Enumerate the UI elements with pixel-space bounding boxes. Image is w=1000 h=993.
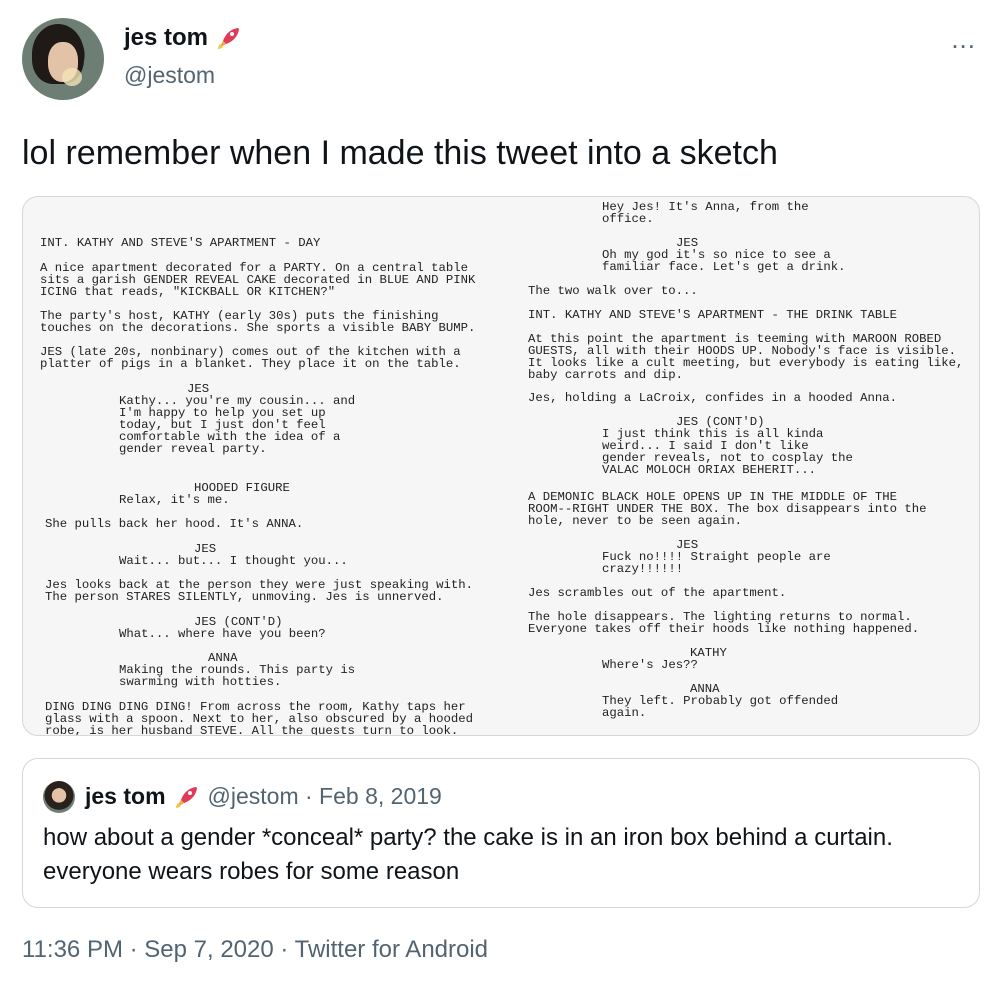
tweet-text: lol remember when I made this tweet into… <box>22 134 778 172</box>
avatar[interactable] <box>22 18 104 100</box>
author-row: jes tom <box>124 24 242 52</box>
script-line: INT. KATHY AND STEVE'S APARTMENT - DAY <box>40 236 321 250</box>
script-line: She pulls back her hood. It's ANNA. <box>45 517 304 531</box>
author-handle[interactable]: @jestom <box>124 62 215 89</box>
script-line: What... where have you been? <box>119 627 326 641</box>
quoted-tweet[interactable]: jes tom @jestom · Feb 8, 2019 how about … <box>22 758 980 908</box>
script-line: ICING that reads, "KICKBALL OR KITCHEN?" <box>40 285 336 299</box>
quoted-meta: @jestom · Feb 8, 2019 <box>207 783 442 809</box>
script-line: Wait... but... I thought you... <box>119 554 348 568</box>
script-line: The two walk over to... <box>528 284 698 298</box>
script-line: Relax, it's me. <box>119 493 230 507</box>
script-line: INT. KATHY AND STEVE'S APARTMENT - THE D… <box>528 308 897 322</box>
script-line: crazy!!!!!! <box>602 562 684 576</box>
rocket-icon <box>218 28 240 49</box>
script-line: VALAC MOLOCH ORIAX BEHERIT... <box>602 463 817 477</box>
quoted-avatar <box>43 781 75 813</box>
more-icon[interactable]: ... <box>951 24 976 55</box>
script-line: Jes, holding a LaCroix, confides in a ho… <box>528 391 897 405</box>
author-name[interactable]: jes tom <box>124 24 208 52</box>
script-line: Everyone takes off their hoods like noth… <box>528 622 920 636</box>
quoted-text: how about a gender *conceal* party? the … <box>43 824 893 885</box>
script-line: baby carrots and dip. <box>528 368 683 382</box>
quoted-header: jes tom @jestom · Feb 8, 2019 <box>85 783 442 810</box>
script-line: office. <box>602 212 654 226</box>
script-line: again. <box>602 706 647 720</box>
script-line: Where's Jes?? <box>602 658 698 672</box>
script-line: robe, is her husband STEVE. All the gues… <box>45 724 459 736</box>
tweet-timestamp[interactable]: 11:36 PM · Sep 7, 2020 · Twitter for And… <box>22 936 488 964</box>
script-line: familiar face. Let's get a drink. <box>602 260 846 274</box>
script-line: The person STARES SILENTLY, unmoving. Je… <box>45 590 444 604</box>
script-line: gender reveal party. <box>119 442 267 456</box>
script-line: touches on the decorations. She sports a… <box>40 321 476 335</box>
script-line: swarming with hotties. <box>119 675 282 689</box>
quoted-author-name: jes tom <box>85 783 166 809</box>
tweet-image[interactable]: INT. KATHY AND STEVE'S APARTMENT - DAY A… <box>22 196 980 736</box>
script-line: hole, never to be seen again. <box>528 514 743 528</box>
script-line: Jes scrambles out of the apartment. <box>528 586 787 600</box>
rocket-icon <box>175 786 197 808</box>
script-line: platter of pigs in a blanket. They place… <box>40 357 461 371</box>
